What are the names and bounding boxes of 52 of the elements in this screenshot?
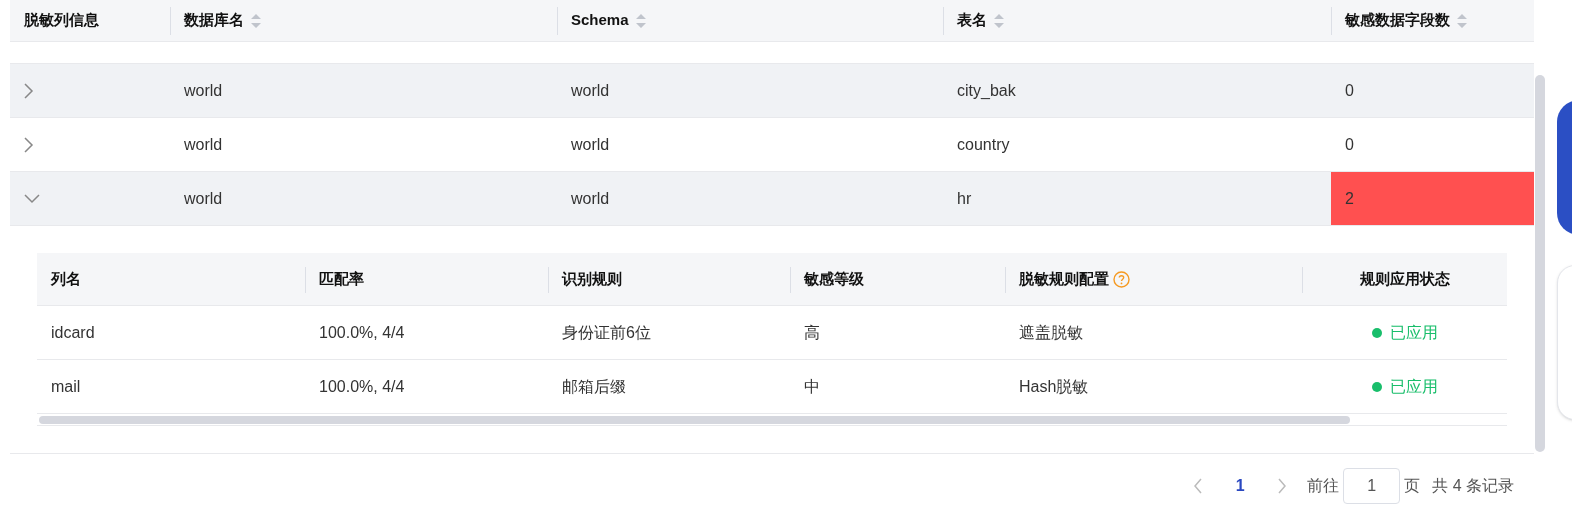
page-input[interactable]: 1 xyxy=(1343,468,1401,504)
table-cell-text: world xyxy=(183,134,224,155)
status-label: 已应用 xyxy=(1389,376,1438,397)
column-header: 脱敏列信息 xyxy=(24,10,99,31)
status-label: 已应用 xyxy=(1389,322,1438,343)
pagination-label: 前往 xyxy=(1307,476,1340,496)
sort-icon[interactable] xyxy=(993,12,1005,29)
prev-page-icon[interactable] xyxy=(1193,478,1204,494)
column-header: 表名 xyxy=(957,10,987,31)
column-header: 识别规则 xyxy=(562,268,622,289)
page-button[interactable]: 1 xyxy=(1225,474,1256,498)
column-header: 数据库名 xyxy=(184,10,244,31)
table-cell: 2 xyxy=(1331,172,1534,225)
column-header: 敏感数据字段数 xyxy=(1345,10,1450,31)
table-cell-text: hr xyxy=(956,188,973,209)
table-cell: 遮盖脱敏 xyxy=(1019,323,1083,341)
table-cell-text: 0 xyxy=(1344,80,1355,101)
sort-icon[interactable] xyxy=(1456,12,1468,29)
table-cell-text: country xyxy=(956,134,1011,155)
table-cell: 高 xyxy=(804,323,820,341)
table-cell: mail xyxy=(51,377,81,395)
pagination-label: 共 4 条记录 xyxy=(1432,476,1514,496)
chevron-right-icon[interactable] xyxy=(24,82,34,99)
table-cell: Hash脱敏 xyxy=(1019,377,1089,395)
column-header: 脱敏规则配置 xyxy=(1019,268,1109,289)
table-cell-text: world xyxy=(570,134,611,155)
sort-icon[interactable] xyxy=(250,12,262,29)
table-cell: idcard xyxy=(51,323,95,341)
table-cell: 100.0%, 4/4 xyxy=(319,323,405,341)
table-cell: 100.0%, 4/4 xyxy=(319,377,405,395)
column-header: Schema xyxy=(571,10,629,31)
chevron-right-icon[interactable] xyxy=(24,136,34,153)
chevron-down-icon[interactable] xyxy=(24,193,40,204)
scrollbar[interactable] xyxy=(1535,75,1545,452)
table-cell-text: city_bak xyxy=(956,80,1017,101)
table-cell: 中 xyxy=(804,377,820,395)
table-cell: 邮箱后缀 xyxy=(562,377,626,395)
column-header: 匹配率 xyxy=(319,268,364,289)
table-cell-text: world xyxy=(183,188,224,209)
table-cell-text: world xyxy=(570,80,611,101)
help-icon[interactable] xyxy=(1113,270,1130,288)
table-cell-text: world xyxy=(183,80,224,101)
sort-icon[interactable] xyxy=(634,12,647,29)
table-cell: 身份证前6位 xyxy=(562,323,651,341)
table-cell-text: world xyxy=(570,188,611,209)
scrollbar[interactable] xyxy=(39,416,1350,424)
column-header: 列名 xyxy=(51,268,81,289)
column-header: 规则应用状态 xyxy=(1359,268,1450,289)
next-page-icon[interactable] xyxy=(1277,478,1288,494)
column-header: 敏感等级 xyxy=(804,268,864,289)
pagination-label: 页 xyxy=(1404,476,1421,496)
table-cell-text: 0 xyxy=(1344,134,1355,155)
